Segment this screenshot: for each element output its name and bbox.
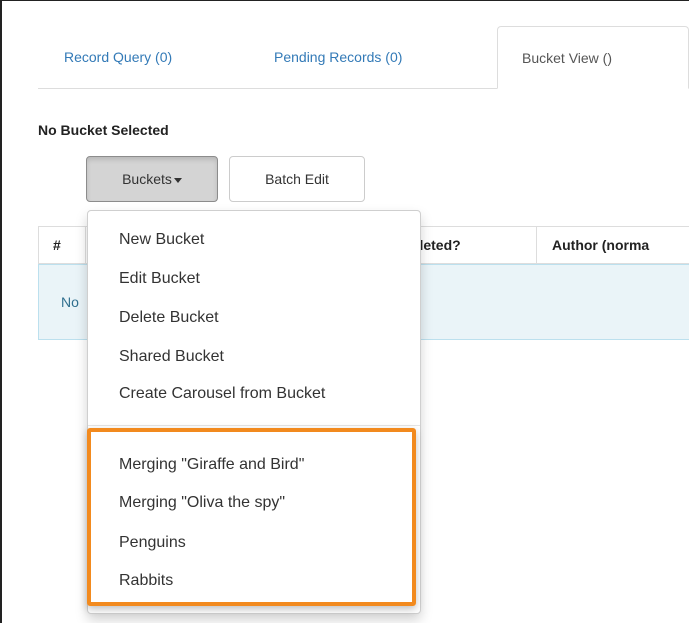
empty-table-message: No [61, 294, 79, 310]
tab-bar: Record Query (0) Pending Records (0) Buc… [38, 26, 689, 89]
menu-item-create-carousel[interactable]: Create Carousel from Bucket [119, 384, 325, 404]
menu-item-delete-bucket[interactable]: Delete Bucket [119, 308, 219, 328]
menu-divider [88, 425, 420, 426]
caret-down-icon [173, 177, 182, 183]
buckets-button-label: Buckets [122, 171, 172, 187]
menu-item-edit-bucket[interactable]: Edit Bucket [119, 269, 200, 289]
tab-pending-records[interactable]: Pending Records (0) [258, 26, 418, 88]
tab-bucket-view[interactable]: Bucket View () [497, 26, 689, 89]
menu-item-new-bucket[interactable]: New Bucket [119, 230, 204, 250]
column-header-number[interactable]: # [53, 227, 61, 263]
menu-item-bucket-penguins[interactable]: Penguins [119, 533, 186, 553]
column-divider [85, 227, 86, 263]
menu-item-bucket-giraffe-and-bird[interactable]: Merging "Giraffe and Bird" [119, 455, 304, 475]
column-divider [536, 227, 537, 263]
tab-record-query[interactable]: Record Query (0) [48, 26, 188, 88]
menu-item-bucket-oliva-the-spy[interactable]: Merging "Oliva the spy" [119, 493, 285, 513]
menu-item-bucket-rabbits[interactable]: Rabbits [119, 571, 173, 591]
batch-edit-button[interactable]: Batch Edit [229, 156, 365, 202]
buckets-dropdown-button[interactable]: Buckets [86, 156, 218, 202]
menu-item-shared-bucket[interactable]: Shared Bucket [119, 347, 224, 367]
buckets-dropdown-menu: New Bucket Edit Bucket Delete Bucket Sha… [87, 210, 421, 614]
bucket-status-heading: No Bucket Selected [38, 122, 169, 138]
column-header-author[interactable]: Author (norma [552, 227, 649, 263]
